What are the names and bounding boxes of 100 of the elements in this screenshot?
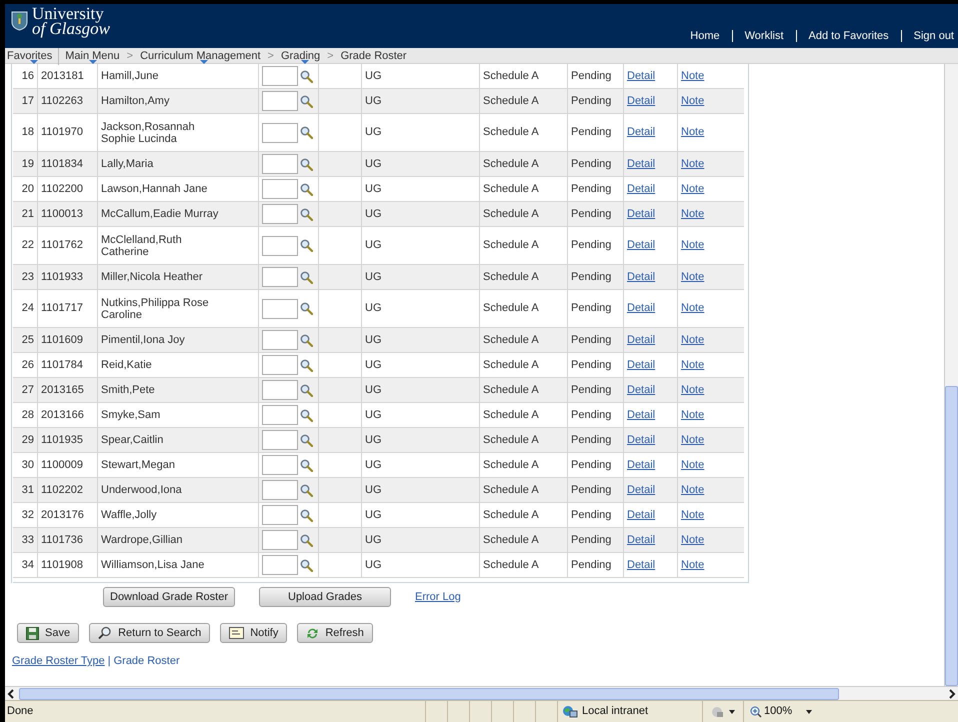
toolbar-button[interactable]: Save	[17, 623, 80, 643]
download-button[interactable]: Download Grade Roster	[103, 587, 235, 607]
note-link[interactable]: Note	[681, 124, 704, 141]
search-icon[interactable]	[300, 94, 313, 108]
grade-input[interactable]	[262, 236, 298, 256]
grade-input[interactable]	[262, 405, 298, 425]
student-name: Wardrope,Gillian	[101, 534, 183, 546]
search-icon[interactable]	[300, 508, 313, 522]
search-icon[interactable]	[300, 534, 313, 546]
note-link[interactable]: Note	[681, 268, 704, 286]
detail-link[interactable]: Detail	[627, 268, 656, 286]
grade-input[interactable]	[262, 355, 298, 375]
breadcrumb-item[interactable]: Favorites	[7, 50, 52, 62]
detail-link[interactable]: Detail	[627, 556, 656, 574]
nav-link[interactable]: Sign out	[914, 28, 954, 44]
note-link[interactable]: Note	[681, 332, 704, 348]
grade-input[interactable]	[262, 380, 298, 400]
detail-link[interactable]: Detail	[627, 456, 656, 474]
grade-input[interactable]	[262, 179, 298, 199]
toolbar-button[interactable]: Refresh	[297, 623, 373, 643]
detail-link[interactable]: Detail	[627, 406, 656, 424]
grade-input[interactable]	[262, 66, 298, 86]
detail-link[interactable]: Detail	[627, 300, 656, 317]
logo-text: University	[32, 6, 104, 21]
note-link[interactable]: Note	[681, 456, 704, 474]
grade-input[interactable]	[262, 505, 298, 525]
detail-link[interactable]: Detail	[627, 482, 656, 498]
search-icon[interactable]	[300, 270, 313, 284]
detail-link[interactable]: Detail	[627, 124, 656, 141]
search-icon[interactable]	[300, 302, 313, 315]
search-icon[interactable]	[300, 484, 313, 496]
search-icon[interactable]	[300, 182, 313, 196]
search-icon[interactable]	[300, 434, 313, 446]
breadcrumb-item[interactable]: Grading	[280, 50, 320, 62]
note-link[interactable]: Note	[681, 556, 704, 574]
breadcrumb-item[interactable]: Main Menu	[65, 50, 120, 62]
toolbar-button[interactable]: Notify	[220, 623, 288, 643]
search-icon[interactable]	[300, 239, 313, 252]
grade-input[interactable]	[262, 330, 298, 350]
upload-button[interactable]: Upload Grades	[259, 587, 391, 607]
nav-link[interactable]: Worklist	[744, 28, 784, 44]
note-link[interactable]: Note	[681, 180, 704, 198]
search-icon[interactable]	[300, 358, 313, 372]
dropdown-caret-icon[interactable]	[729, 710, 735, 714]
detail-link[interactable]: Detail	[627, 180, 656, 198]
note-link[interactable]: Note	[681, 356, 704, 374]
toolbar-button[interactable]: Return to Search	[89, 623, 210, 643]
note-link[interactable]: Note	[681, 206, 704, 222]
breadcrumb-item[interactable]: Grade Roster	[340, 50, 407, 62]
search-icon[interactable]	[300, 158, 313, 170]
grade-input[interactable]	[262, 430, 298, 450]
detail-link[interactable]: Detail	[627, 156, 656, 172]
note-link[interactable]: Note	[681, 532, 704, 548]
search-icon[interactable]	[300, 334, 313, 346]
detail-link[interactable]: Detail	[627, 506, 656, 524]
detail-link[interactable]: Detail	[627, 332, 656, 348]
error-log-link[interactable]: Error Log	[415, 588, 461, 606]
grade-input[interactable]	[262, 154, 298, 174]
detail-link[interactable]: Detail	[627, 432, 656, 448]
search-icon[interactable]	[300, 384, 313, 396]
note-link[interactable]: Note	[681, 506, 704, 524]
search-icon[interactable]	[300, 208, 313, 220]
note-link[interactable]: Note	[681, 300, 704, 317]
note-link[interactable]: Note	[681, 156, 704, 172]
detail-link[interactable]: Detail	[627, 382, 656, 398]
vertical-scrollbar[interactable]	[944, 64, 958, 686]
search-icon[interactable]	[300, 70, 313, 82]
note-link[interactable]: Note	[681, 406, 704, 424]
grade-input[interactable]	[262, 555, 298, 575]
grade-input[interactable]	[262, 298, 298, 318]
grade-input[interactable]	[262, 480, 298, 500]
search-icon[interactable]	[300, 558, 313, 572]
breadcrumb-item[interactable]: Curriculum Management	[140, 50, 261, 62]
detail-link[interactable]: Detail	[627, 206, 656, 222]
note-link[interactable]: Note	[681, 382, 704, 398]
detail-link[interactable]: Detail	[627, 68, 656, 84]
grade-input[interactable]	[262, 455, 298, 475]
note-link[interactable]: Note	[681, 432, 704, 448]
note-link[interactable]: Note	[681, 92, 704, 110]
search-icon[interactable]	[300, 458, 313, 472]
detail-link[interactable]: Detail	[627, 532, 656, 548]
grade-input[interactable]	[262, 122, 298, 142]
grade-input[interactable]	[262, 530, 298, 550]
detail-link[interactable]: Detail	[627, 92, 656, 110]
detail-link[interactable]: Detail	[627, 356, 656, 374]
page-link[interactable]: Grade Roster	[114, 653, 180, 670]
note-link[interactable]: Note	[681, 68, 704, 84]
grade-input[interactable]	[262, 91, 298, 111]
nav-link[interactable]: Add to Favorites	[808, 28, 889, 44]
grade-input[interactable]	[262, 267, 298, 287]
grade-input[interactable]	[262, 204, 298, 224]
horizontal-scrollbar[interactable]	[5, 686, 958, 700]
note-link[interactable]: Note	[681, 237, 704, 254]
search-icon[interactable]	[300, 408, 313, 422]
dropdown-caret-icon[interactable]	[806, 710, 812, 714]
page-link[interactable]: Grade Roster Type	[12, 653, 105, 670]
nav-link[interactable]: Home	[690, 28, 720, 44]
search-icon[interactable]	[300, 126, 313, 139]
note-link[interactable]: Note	[681, 482, 704, 498]
detail-link[interactable]: Detail	[627, 237, 656, 254]
